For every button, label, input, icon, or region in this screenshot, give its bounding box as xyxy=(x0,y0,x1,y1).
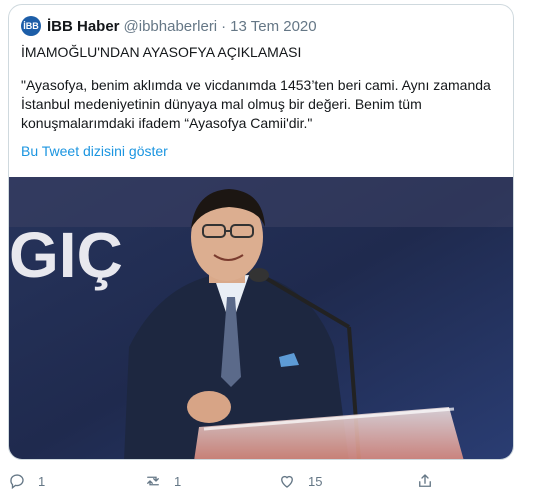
separator-dot: · xyxy=(221,17,227,35)
like-button[interactable]: 15 xyxy=(278,466,322,496)
retweet-button[interactable]: 1 xyxy=(144,466,181,496)
tweet-photo[interactable]: GIÇ xyxy=(9,177,513,459)
show-thread-link[interactable]: Bu Tweet dizisini göster xyxy=(21,143,168,159)
tweet-header: İBB İBB Haber @ibbhaberleri · 13 Tem 202… xyxy=(21,15,317,37)
tweet-date[interactable]: 13 Tem 2020 xyxy=(230,18,316,35)
tweet-card[interactable]: İBB İBB Haber @ibbhaberleri · 13 Tem 202… xyxy=(8,4,514,460)
tweet-quote: "Ayasofya, benim aklımda ve vicdanımda 1… xyxy=(21,77,491,131)
photo-illustration: GIÇ xyxy=(9,177,513,459)
author-handle[interactable]: @ibbhaberleri xyxy=(124,18,218,35)
author-name[interactable]: İBB Haber xyxy=(47,18,120,35)
like-icon xyxy=(281,475,293,488)
avatar[interactable]: İBB xyxy=(21,16,41,36)
retweet-icon xyxy=(147,476,159,486)
avatar-text: İBB xyxy=(23,21,39,31)
photo-banner-text: GIÇ xyxy=(9,219,123,291)
reply-button[interactable]: 1 xyxy=(8,466,45,496)
microphone xyxy=(249,268,269,282)
reply-icon xyxy=(10,474,24,490)
tweet-actions: 1 1 15 xyxy=(8,466,514,496)
retweet-count: 1 xyxy=(174,473,182,489)
share-icon xyxy=(419,474,431,487)
tweet-headline: İMAMOĞLU'NDAN AYASOFYA AÇIKLAMASI xyxy=(21,44,302,60)
like-count: 15 xyxy=(308,473,323,489)
reply-count: 1 xyxy=(38,473,46,489)
tweet-body: İMAMOĞLU'NDAN AYASOFYA AÇIKLAMASI "Ayaso… xyxy=(21,43,501,133)
share-button[interactable] xyxy=(416,466,446,496)
